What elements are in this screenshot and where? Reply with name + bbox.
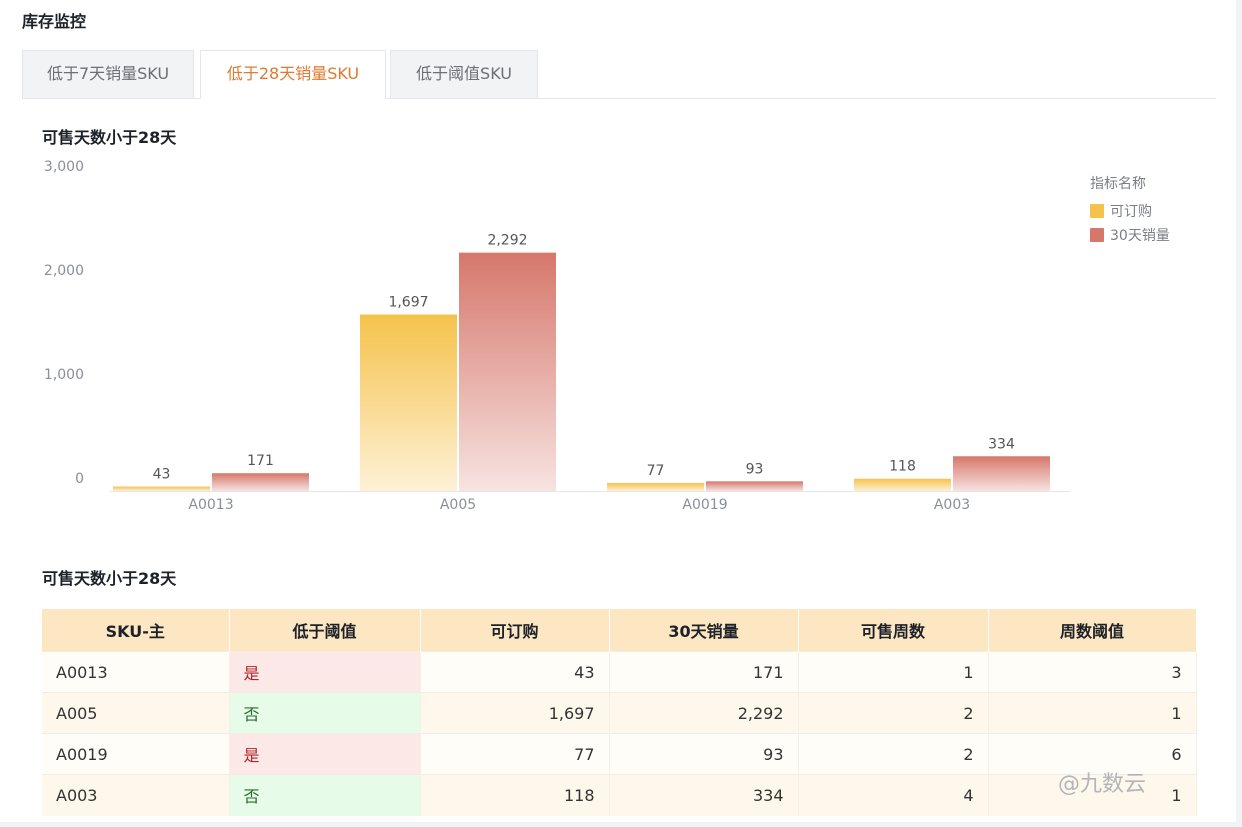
below-threshold-cell: 否 [229,692,421,734]
legend-title: 指标名称 [1090,176,1146,192]
chart-legend: 指标名称 可订购 30天销量 [1090,173,1170,249]
y-tick-label: 1,000 [44,367,84,383]
legend-swatch-orderable [1090,204,1104,218]
sales-30-day-cell: 93 [609,733,799,775]
sku-cell: A003 [42,774,230,816]
bar-value-label: 334 [988,436,1015,452]
sellable-weeks-cell: 2 [798,733,989,775]
bar-value-label: 118 [889,459,916,475]
sales-30-day-cell: 171 [609,651,799,693]
column-header[interactable]: SKU-主 [42,609,230,652]
legend-label-orderable: 可订购 [1110,204,1152,220]
y-tick-label: 0 [75,471,84,487]
below-threshold-cell: 是 [229,651,421,693]
tab-below-threshold[interactable]: 低于阈值SKU [390,50,538,98]
sellable-weeks-cell: 4 [798,774,989,816]
inventory-panel: 库存监控 低于7天销量SKU 低于28天销量SKU 低于阈值SKU 可售天数小于… [0,0,1236,822]
table-header-row: SKU-主 低于阈值 可订购 30天销量 可售周数 周数阈值 [42,609,1197,652]
bar-orderable [360,314,457,491]
sku-cell: A005 [42,692,230,734]
tab-below-28-day-sales[interactable]: 低于28天销量SKU [200,50,386,99]
column-header[interactable]: 30天销量 [609,609,799,652]
sellable-weeks-cell: 2 [798,692,989,734]
column-header[interactable]: 周数阈值 [988,609,1197,652]
x-tick-label: A0019 [682,497,727,513]
sales-30-day-cell: 2,292 [609,692,799,734]
bar-orderable [113,486,210,491]
below-threshold-cell: 否 [229,774,421,816]
watermark-text: @九数云 [1058,772,1147,797]
y-tick-label: 2,000 [44,263,84,279]
column-header[interactable]: 低于阈值 [229,609,421,652]
legend-swatch-30-day-sales [1090,228,1104,242]
bar-sales-30-day [706,481,803,491]
y-tick-label: 3,000 [44,160,84,175]
weeks-threshold-cell: 1 [988,692,1197,734]
orderable-cell: 43 [420,651,610,693]
data-table: SKU-主 低于阈值 可订购 30天销量 可售周数 周数阈值 A0013 是 4… [42,609,1197,816]
table-section-title: 可售天数小于28天 [42,569,177,588]
sellable-weeks-cell: 1 [798,651,989,693]
bar-sales-30-day [212,473,309,491]
bar-value-label: 171 [247,453,274,469]
orderable-cell: 77 [420,733,610,775]
chart-section-title: 可售天数小于28天 [42,128,177,147]
tab-bar: 低于7天销量SKU 低于28天销量SKU 低于阈值SKU [22,50,1216,99]
bar-value-label: 77 [647,463,665,479]
bar-value-label: 2,292 [487,233,527,249]
sku-cell: A0019 [42,733,230,775]
x-tick-label: A003 [934,497,970,513]
column-header[interactable]: 可订购 [420,609,610,652]
x-tick-label: A005 [440,497,476,513]
sku-cell: A0013 [42,651,230,693]
sales-30-day-cell: 334 [609,774,799,816]
tab-below-7-day-sales[interactable]: 低于7天销量SKU [22,50,194,98]
orderable-cell: 118 [420,774,610,816]
bar-sales-30-day [459,252,556,491]
table-row: A005 否 1,697 2,292 2 1 [42,692,1197,734]
bar-value-label: 93 [746,461,764,477]
bar-chart: 0 1,000 2,000 3,000 43 171 A0013 1,697 2,292 A005… [44,160,1070,513]
legend-item-orderable[interactable]: 可订购 [1090,201,1170,221]
legend-label-30-day-sales: 30天销量 [1110,228,1170,244]
bar-orderable [854,478,951,491]
below-threshold-cell: 是 [229,733,421,775]
bar-sales-30-day [953,456,1050,491]
page-title: 库存监控 [22,12,87,31]
orderable-cell: 1,697 [420,692,610,734]
bar-orderable [607,482,704,491]
bar-value-label: 1,697 [388,295,428,311]
table-row: A003 否 118 334 4 1 [42,774,1197,816]
table-row: A0013 是 43 171 1 3 [42,651,1197,693]
legend-item-30-day-sales[interactable]: 30天销量 [1090,225,1170,245]
weeks-threshold-cell: 3 [988,651,1197,693]
table-row: A0019 是 77 93 2 6 [42,733,1197,775]
x-tick-label: A0013 [188,497,233,513]
bar-value-label: 43 [153,467,171,483]
column-header[interactable]: 可售周数 [798,609,989,652]
